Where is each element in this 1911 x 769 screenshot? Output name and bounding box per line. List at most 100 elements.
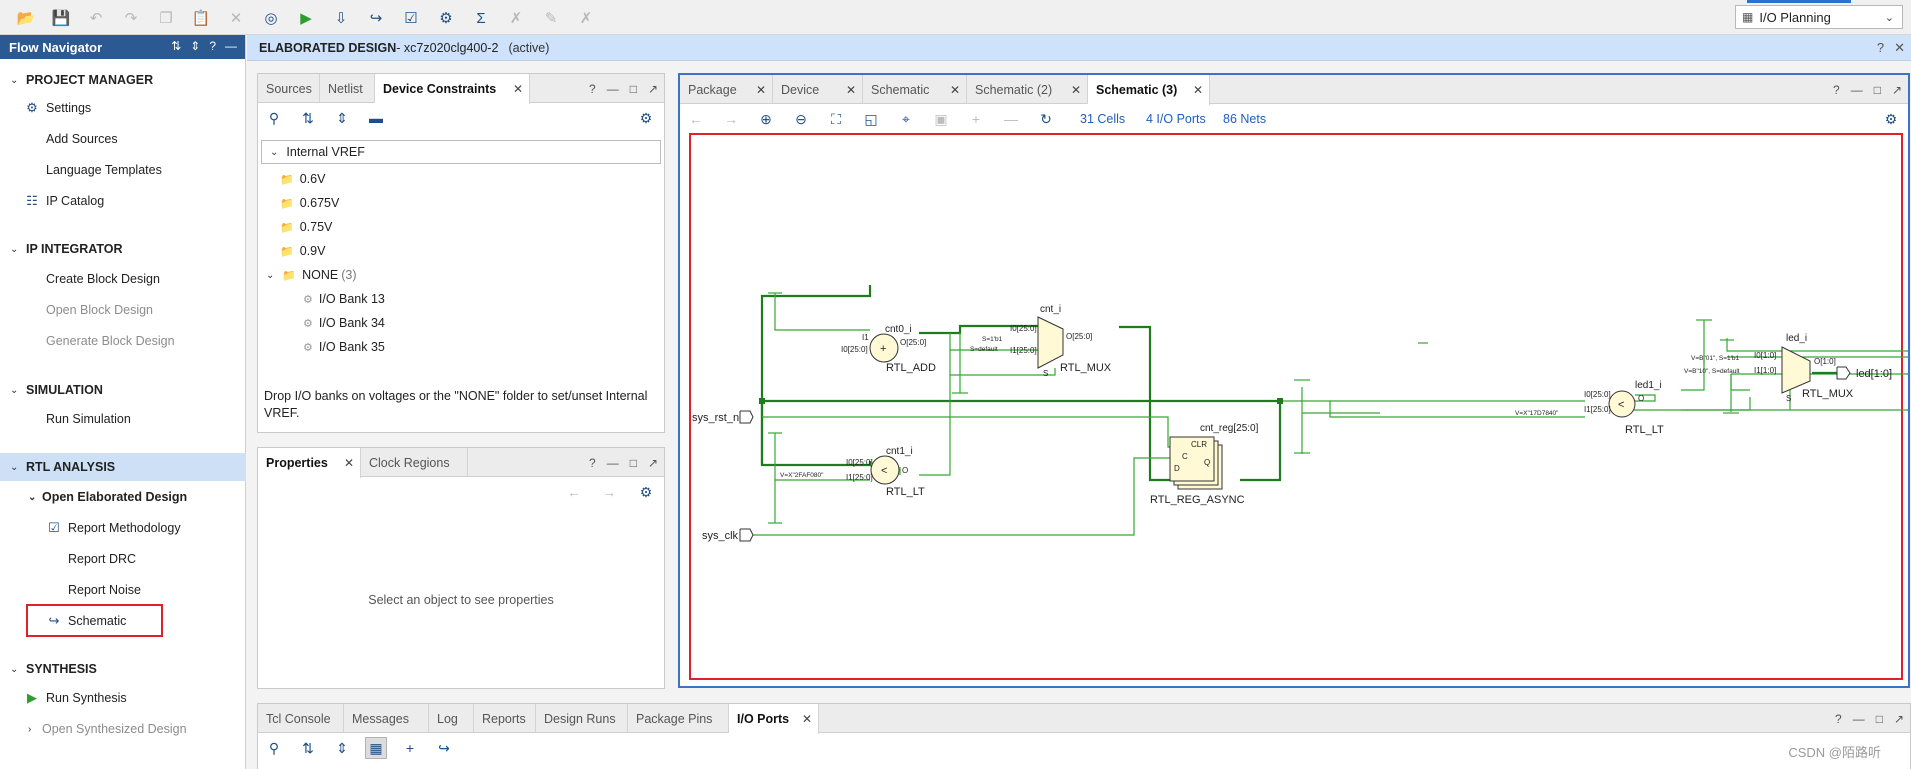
minimize-icon[interactable]: — (225, 39, 237, 53)
tree-none-folder[interactable]: ⌄ 📁 NONE (3) (266, 264, 357, 286)
group-by-icon[interactable]: ▦ (365, 737, 387, 759)
section-simulation[interactable]: ⌄ SIMULATION (0, 376, 246, 404)
report-icon[interactable]: ☑ (400, 7, 422, 29)
nav-run-synthesis[interactable]: ▶ Run Synthesis (22, 686, 127, 710)
help-icon[interactable]: ? (1835, 712, 1842, 726)
help-icon[interactable]: ? (209, 39, 216, 53)
delete-icon[interactable]: ✕ (225, 7, 247, 29)
tab-log[interactable]: Log (429, 704, 474, 733)
nav-run-simulation[interactable]: Run Simulation (46, 407, 131, 431)
tab-netlist[interactable]: Netlist (320, 74, 375, 103)
layout-select[interactable]: ▦ I/O Planning ⌄ (1735, 5, 1903, 29)
settings-icon[interactable]: ⚙ (435, 7, 457, 29)
minimize-icon[interactable]: — (607, 456, 619, 470)
tab-properties[interactable]: Properties ✕ (258, 448, 361, 478)
help-icon[interactable]: ? (1877, 40, 1884, 56)
tree-voltage[interactable]: 📁 0.75V (280, 216, 332, 238)
tab-design-runs[interactable]: Design Runs (536, 704, 628, 733)
tool-c-icon[interactable]: ✗ (575, 7, 597, 29)
close-icon[interactable]: ✕ (802, 712, 812, 726)
pin-label: O[1:0] (1814, 357, 1836, 366)
float-icon[interactable]: ↗ (648, 456, 658, 470)
tab-sources[interactable]: Sources (258, 74, 320, 103)
help-icon[interactable]: ? (589, 82, 596, 96)
expand-all-icon[interactable]: ⇕ (331, 737, 353, 759)
nav-create-block-design[interactable]: Create Block Design (46, 267, 160, 291)
minimize-icon[interactable]: — (1853, 712, 1865, 726)
paste-icon[interactable]: 📋 (190, 7, 212, 29)
redo-icon[interactable]: ↷ (120, 7, 142, 29)
expand-all-icon[interactable]: ⇕ (190, 39, 200, 53)
search-icon[interactable]: ⚲ (263, 107, 285, 129)
gear-icon[interactable]: ⚙ (635, 481, 657, 503)
nav-label: Report Methodology (68, 521, 181, 535)
binoculars-icon[interactable]: ◎ (260, 7, 282, 29)
layout-grid-icon: ▦ (1742, 10, 1754, 24)
collapse-all-icon[interactable]: ⇅ (297, 737, 319, 759)
tree-voltage[interactable]: 📁 0.675V (280, 192, 339, 214)
nav-language-templates[interactable]: Language Templates (46, 158, 162, 182)
tree-voltage[interactable]: 📁 0.6V (280, 168, 325, 190)
tool-a-icon[interactable]: ✗ (505, 7, 527, 29)
tool-b-icon[interactable]: ✎ (540, 7, 562, 29)
section-ip-integrator[interactable]: ⌄ IP INTEGRATOR (0, 235, 246, 263)
undo-icon[interactable]: ↶ (85, 7, 107, 29)
tree-io-bank[interactable]: ⚙ I/O Bank 34 (303, 312, 385, 334)
minus-icon[interactable]: ▬ (365, 107, 387, 129)
arrow-right-icon[interactable]: → (598, 481, 620, 503)
close-icon[interactable]: ✕ (513, 82, 523, 96)
open-project-icon[interactable]: 📂 (15, 7, 37, 29)
program-icon[interactable]: ⇩ (330, 7, 352, 29)
tree-voltage[interactable]: 📁 0.9V (280, 240, 325, 262)
maximize-icon[interactable]: □ (630, 456, 637, 470)
nav-open-synthesized-design[interactable]: › Open Synthesized Design (28, 717, 187, 741)
tab-device-constraints[interactable]: Device Constraints ✕ (375, 74, 530, 104)
run-icon[interactable]: ▶ (295, 7, 317, 29)
nav-generate-block-design[interactable]: Generate Block Design (46, 329, 175, 353)
nav-report-drc[interactable]: Report DRC (68, 547, 136, 571)
save-icon[interactable]: 💾 (50, 7, 72, 29)
schematic-canvas[interactable]: sys_rst_n sys_clk led[1:0] + cnt0_i I1 I… (680, 75, 1908, 686)
nav-open-block-design[interactable]: Open Block Design (46, 298, 153, 322)
tab-messages[interactable]: Messages (344, 704, 429, 733)
pin-label: S=1'b1 (982, 336, 1003, 343)
minimize-icon[interactable]: — (607, 82, 619, 96)
tab-package-pins[interactable]: Package Pins (628, 704, 729, 733)
close-icon[interactable]: ✕ (1894, 40, 1905, 56)
schematic-icon[interactable]: ↪ (365, 7, 387, 29)
tree-io-bank[interactable]: ⚙ I/O Bank 13 (303, 288, 385, 310)
nav-open-elaborated-design[interactable]: ⌄ Open Elaborated Design (28, 485, 187, 509)
maximize-icon[interactable]: □ (630, 82, 637, 96)
maximize-icon[interactable]: □ (1876, 712, 1883, 726)
float-icon[interactable]: ↗ (1894, 712, 1904, 726)
section-rtl-analysis[interactable]: ⌄ RTL ANALYSIS (0, 453, 246, 481)
nav-ip-catalog[interactable]: ☷ IP Catalog (22, 189, 104, 213)
nav-label: Run Synthesis (46, 691, 127, 705)
arrow-left-icon[interactable]: ← (563, 481, 585, 503)
float-icon[interactable]: ↗ (648, 82, 658, 96)
nav-report-methodology[interactable]: ☑ Report Methodology (44, 516, 181, 540)
tree-io-bank[interactable]: ⚙ I/O Bank 35 (303, 336, 385, 358)
tab-reports[interactable]: Reports (474, 704, 536, 733)
copy-icon[interactable]: ❐ (155, 7, 177, 29)
collapse-all-icon[interactable]: ⇅ (297, 107, 319, 129)
section-project-manager[interactable]: ⌄ PROJECT MANAGER (0, 66, 246, 94)
section-synthesis[interactable]: ⌄ SYNTHESIS (0, 655, 246, 683)
help-icon[interactable]: ? (589, 456, 596, 470)
sigma-icon[interactable]: Σ (470, 7, 492, 29)
close-icon[interactable]: ✕ (344, 456, 354, 470)
tree-internal-vref[interactable]: ⌄ Internal VREF (270, 141, 365, 163)
collapse-all-icon[interactable]: ⇅ (171, 39, 181, 53)
gear-icon[interactable]: ⚙ (635, 107, 657, 129)
schematic-icon[interactable]: ↪ (433, 737, 455, 759)
nav-settings[interactable]: ⚙ Settings (22, 96, 91, 120)
tab-tcl-console[interactable]: Tcl Console (258, 704, 344, 733)
plus-icon[interactable]: + (399, 737, 421, 759)
search-icon[interactable]: ⚲ (263, 737, 285, 759)
tab-io-ports[interactable]: I/O Ports ✕ (729, 704, 819, 734)
pin-label: S (1043, 369, 1048, 378)
tab-clock-regions[interactable]: Clock Regions (361, 448, 468, 477)
expand-all-icon[interactable]: ⇕ (331, 107, 353, 129)
nav-report-noise[interactable]: Report Noise (68, 578, 141, 602)
nav-add-sources[interactable]: Add Sources (46, 127, 118, 151)
